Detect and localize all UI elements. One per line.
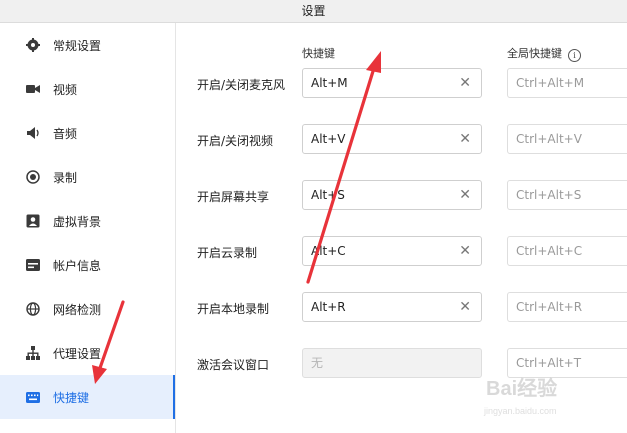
sidebar-item-virtual-background[interactable]: 虚拟背景 bbox=[0, 199, 175, 243]
shortcut-input[interactable]: Alt+V ✕ bbox=[302, 124, 482, 154]
card-icon bbox=[26, 258, 40, 272]
shortcut-value: Alt+S bbox=[311, 188, 345, 202]
close-icon[interactable]: ✕ bbox=[459, 237, 471, 265]
sidebar-item-label: 代理设置 bbox=[53, 346, 102, 361]
gear-icon bbox=[26, 38, 40, 52]
close-icon[interactable]: ✕ bbox=[459, 293, 471, 321]
global-shortcut-input[interactable]: Ctrl+Alt+M bbox=[507, 68, 627, 98]
shortcut-value: Alt+M bbox=[311, 76, 348, 90]
sidebar: 常规设置 视频 音频 录制 虚拟背景 帐户信息 网络检测 代理设置 快捷键 bbox=[0, 23, 176, 433]
watermark-brand: Bai经验 bbox=[486, 378, 558, 400]
global-shortcut-input[interactable]: Ctrl+Alt+S bbox=[507, 180, 627, 210]
camera-icon bbox=[26, 82, 40, 96]
sidebar-item-audio[interactable]: 音频 bbox=[0, 111, 175, 155]
shortcut-value: Alt+R bbox=[311, 300, 346, 314]
info-icon[interactable]: i bbox=[568, 49, 581, 62]
sidebar-item-video[interactable]: 视频 bbox=[0, 67, 175, 111]
sidebar-item-label: 录制 bbox=[53, 170, 78, 185]
watermark-url: jingyan.baidu.com bbox=[484, 406, 557, 416]
row-label: 开启/关闭麦克风 bbox=[197, 78, 286, 92]
keyboard-icon bbox=[26, 390, 40, 404]
column-header-global-label: 全局快捷键 bbox=[507, 47, 562, 60]
row-label: 开启/关闭视频 bbox=[197, 134, 274, 148]
speaker-icon bbox=[26, 126, 40, 140]
shortcut-value: Alt+V bbox=[311, 132, 346, 146]
sidebar-item-network-check[interactable]: 网络检测 bbox=[0, 287, 175, 331]
sidebar-item-label: 快捷键 bbox=[53, 390, 90, 405]
watermark: Bai经验 jingyan.baidu.com bbox=[478, 360, 627, 433]
shortcut-input[interactable]: Alt+S ✕ bbox=[302, 180, 482, 210]
sidebar-item-label: 视频 bbox=[53, 82, 78, 97]
column-header-global: 全局快捷键 i bbox=[507, 45, 581, 62]
row-label: 开启本地录制 bbox=[197, 302, 270, 316]
sidebar-item-label: 网络检测 bbox=[53, 302, 102, 317]
globe-icon bbox=[26, 302, 40, 316]
portrait-icon bbox=[26, 214, 40, 228]
global-shortcut-input[interactable]: Ctrl+Alt+V bbox=[507, 124, 627, 154]
close-icon[interactable]: ✕ bbox=[459, 69, 471, 97]
sidebar-item-shortcuts[interactable]: 快捷键 bbox=[0, 375, 175, 419]
sidebar-item-proxy[interactable]: 代理设置 bbox=[0, 331, 175, 375]
window-title: 设置 bbox=[0, 0, 627, 23]
shortcut-input[interactable]: Alt+M ✕ bbox=[302, 68, 482, 98]
shortcut-value: Alt+C bbox=[311, 244, 346, 258]
sidebar-item-label: 虚拟背景 bbox=[53, 214, 102, 229]
row-label: 开启屏幕共享 bbox=[197, 190, 270, 204]
sidebar-item-account[interactable]: 帐户信息 bbox=[0, 243, 175, 287]
shortcut-input[interactable]: Alt+C ✕ bbox=[302, 236, 482, 266]
row-label: 开启云录制 bbox=[197, 246, 258, 260]
global-shortcut-input[interactable]: Ctrl+Alt+R bbox=[507, 292, 627, 322]
sidebar-item-label: 帐户信息 bbox=[53, 258, 102, 273]
close-icon[interactable]: ✕ bbox=[459, 125, 471, 153]
shortcut-input-disabled: 无 bbox=[302, 348, 482, 378]
sidebar-item-general[interactable]: 常规设置 bbox=[0, 23, 175, 67]
record-icon bbox=[26, 170, 40, 184]
sidebar-item-label: 音频 bbox=[53, 126, 78, 141]
row-label: 激活会议窗口 bbox=[197, 358, 270, 372]
column-header-shortcut: 快捷键 bbox=[302, 47, 335, 60]
network-icon bbox=[26, 346, 40, 360]
sidebar-item-label: 常规设置 bbox=[53, 38, 102, 53]
global-shortcut-input[interactable]: Ctrl+Alt+C bbox=[507, 236, 627, 266]
shortcut-input[interactable]: Alt+R ✕ bbox=[302, 292, 482, 322]
close-icon[interactable]: ✕ bbox=[459, 181, 471, 209]
sidebar-item-record[interactable]: 录制 bbox=[0, 155, 175, 199]
